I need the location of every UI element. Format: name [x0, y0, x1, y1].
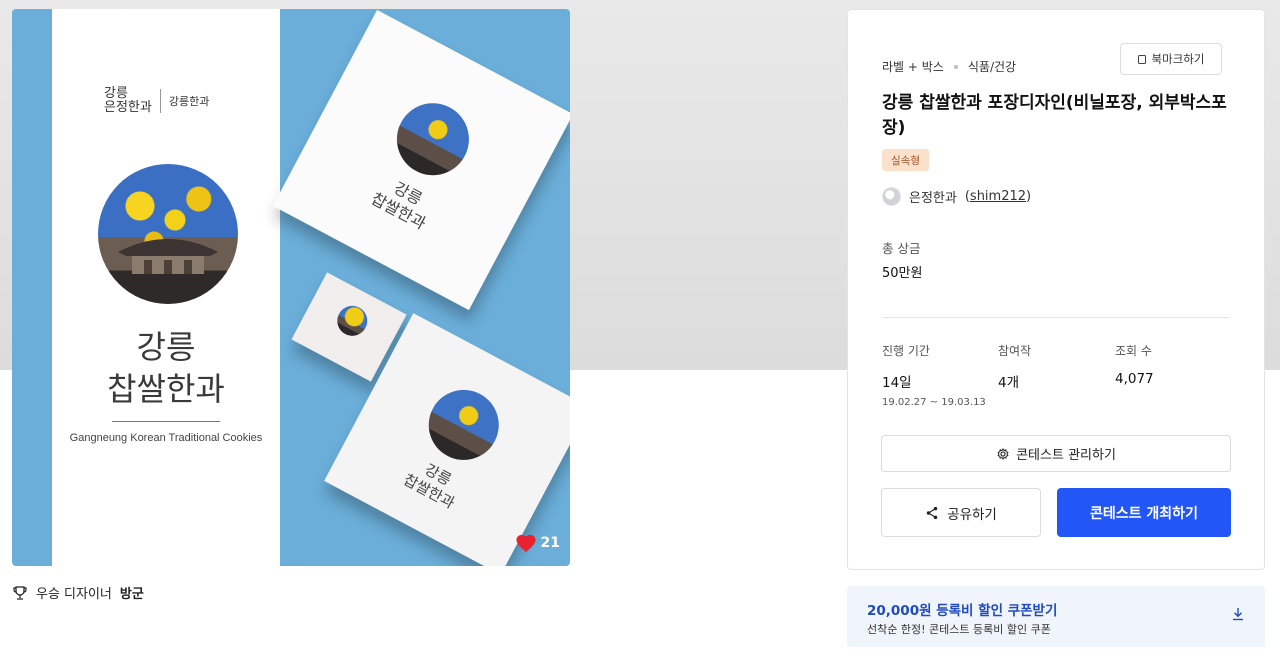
title-divider: [112, 421, 220, 422]
like-count: 21: [540, 535, 560, 551]
stat-duration: 진행 기간 14일 19.02.27 ~ 19.03.13: [882, 342, 986, 408]
stat-label: 조회 수: [1115, 344, 1152, 358]
prize-value: 50만원: [882, 266, 923, 281]
download-icon[interactable]: [1231, 606, 1245, 622]
stat-label: 참여작: [998, 344, 1032, 358]
box-title: 강릉 찹쌀한과: [368, 178, 430, 234]
contest-info-card: 라벨 + 박스 식품/건강 북마크하기 강릉 찹쌀한과 포장디자인(비닐포장, …: [847, 9, 1265, 570]
logo-divider: [159, 89, 161, 113]
host-avatar: [882, 187, 901, 206]
host-name: 은정한과: [909, 191, 957, 206]
share-button[interactable]: 공유하기: [881, 488, 1041, 537]
host-info: 은정한과 (shim212): [882, 187, 1031, 206]
winner-designer: 우승 디자이너 방군: [12, 583, 144, 602]
tier-badge: 실속형: [882, 149, 929, 171]
gear-icon: [997, 447, 1009, 460]
category-separator: [953, 64, 958, 69]
contest-thumbnail[interactable]: 강릉 은정한과 강릉한과 강릉 찹쌀한과 Gangneung Korean Tr…: [12, 9, 570, 566]
section-divider: [882, 317, 1230, 318]
pouch-large-illustration: [416, 377, 512, 473]
stat-views: 조회 수 4,077: [1115, 342, 1154, 387]
contest-title: 강릉 찹쌀한과 포장디자인(비닐포장, 외부박스포장): [882, 93, 1227, 138]
gift-box-large: 강릉 찹쌀한과: [272, 9, 570, 311]
hanok-roof-icon: [118, 239, 218, 274]
winner-label: 우승 디자이너: [36, 587, 112, 602]
package-subtitle: Gangneung Korean Traditional Cookies: [69, 432, 263, 444]
share-label: 공유하기: [947, 506, 997, 523]
brand-logo-left: 강릉 은정한과: [104, 86, 152, 115]
prize-label: 총 상금: [882, 241, 921, 256]
bookmark-label: 북마크하기: [1151, 52, 1205, 66]
category-main[interactable]: 라벨 + 박스: [882, 58, 944, 75]
stat-value: 4,077: [1115, 371, 1154, 387]
stat-value: 14일: [882, 375, 912, 391]
host-contest-button[interactable]: 콘테스트 개최하기: [1057, 488, 1231, 537]
package-title-line2: 찹쌀한과: [107, 370, 225, 408]
like-button[interactable]: 21: [515, 533, 560, 553]
pouch-title: 강릉 찹쌀한과: [400, 460, 458, 513]
package-title-line1: 강릉: [136, 328, 196, 366]
manage-contest-button[interactable]: 콘테스트 관리하기: [881, 435, 1231, 472]
winner-name[interactable]: 방군: [120, 583, 144, 602]
package-banner: 강릉 은정한과 강릉한과 강릉 찹쌀한과 Gangneung Korean Tr…: [52, 9, 280, 566]
box-illustration: [384, 90, 482, 188]
bookmark-button[interactable]: 북마크하기: [1120, 43, 1222, 75]
stat-date-range: 19.02.27 ~ 19.03.13: [882, 397, 986, 408]
host-id-wrapper: (shim212): [964, 189, 1032, 204]
bookmark-icon: [1137, 54, 1146, 64]
stat-label: 진행 기간: [882, 344, 930, 358]
brand-logos: 강릉 은정한과 강릉한과: [104, 87, 209, 115]
category-sub[interactable]: 식품/건강: [968, 58, 1016, 75]
forsythia-illustration: [98, 164, 238, 304]
heart-icon: [515, 534, 536, 553]
pouch-illustration: [332, 300, 373, 342]
manage-label: 콘테스트 관리하기: [1016, 448, 1116, 463]
category-breadcrumb: 라벨 + 박스 식품/건강: [882, 58, 1016, 75]
coupon-banner[interactable]: 20,000원 등록비 할인 쿠폰받기 선착순 한정! 콘테스트 등록비 할인 …: [847, 586, 1265, 647]
trophy-icon: [13, 585, 27, 600]
coupon-headline: 20,000원 등록비 할인 쿠폰받기: [867, 603, 1058, 619]
host-id-link[interactable]: shim212: [970, 189, 1026, 204]
share-icon: [926, 506, 938, 519]
brand-logo-right: 강릉한과: [168, 95, 210, 108]
coupon-detail: 선착순 한정! 콘테스트 등록비 할인 쿠폰: [867, 623, 1051, 636]
stat-value: 4개: [998, 375, 1020, 391]
stat-entries: 참여작 4개: [998, 342, 1031, 391]
